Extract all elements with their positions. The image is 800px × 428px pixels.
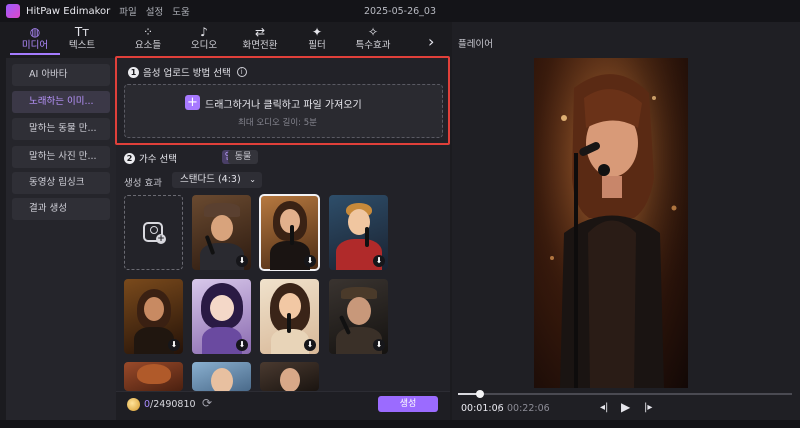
upload-step-title: 음성 업로드 방법 선택: [143, 68, 231, 79]
avatar-tile[interactable]: ⬇: [260, 279, 319, 354]
tab-effects[interactable]: ✧ 특수효과: [350, 25, 396, 55]
tab-elements-label: 요소들: [134, 40, 162, 51]
download-icon[interactable]: ⬇: [236, 339, 248, 351]
menu-file[interactable]: 파일: [119, 4, 136, 18]
credits-total: /2490810: [150, 399, 196, 410]
dropzone-hint: 최대 오디오 길이: 5분: [238, 118, 317, 128]
avatar-tile[interactable]: [124, 362, 183, 391]
tab-filter[interactable]: ✦ 필터: [302, 25, 332, 55]
sidebar-item-singing-image[interactable]: 노래하는 이미...: [12, 91, 110, 113]
chip-animal[interactable]: 동물: [228, 150, 258, 164]
generate-button[interactable]: 생성: [378, 396, 438, 412]
menu-settings[interactable]: 설정: [146, 4, 163, 18]
chevron-right-icon[interactable]: ›: [428, 32, 434, 51]
tab-media[interactable]: ◍ 미디어: [14, 25, 56, 55]
avatar-tile[interactable]: ⬇: [192, 279, 251, 354]
download-icon[interactable]: ⬇: [236, 255, 248, 267]
seek-handle[interactable]: [476, 390, 484, 398]
avatar-tile[interactable]: ⬇: [259, 194, 320, 271]
singer-preview-image: [534, 58, 688, 388]
audio-dropzone[interactable]: [124, 84, 443, 138]
singer-step-title: 가수 선택: [139, 154, 177, 165]
sidebar-item-ai-avatar[interactable]: AI 아바타: [12, 64, 110, 86]
avatar-tile[interactable]: [260, 362, 319, 391]
play-icon[interactable]: ▶: [621, 400, 630, 414]
tab-transition[interactable]: ⇄ 화면전환: [236, 25, 284, 55]
sidebar-item-results[interactable]: 결과 생성: [12, 198, 110, 220]
sidebar: AI 아바타 노래하는 이미... 말하는 동물 만... 말하는 사진 만..…: [6, 58, 116, 420]
active-tab-indicator: [10, 53, 60, 55]
tab-filter-label: 필터: [308, 40, 326, 51]
top-nav: ◍ 미디어 Tт 텍스트 ⁘ 요소들 ♪ 오디오 ⇄ 화면전환 ✦ 필터 ✧ 특…: [0, 22, 450, 56]
total-time: 00:22:06: [507, 403, 550, 414]
effect-label: 생성 효과: [124, 178, 162, 189]
title-bar: HitPaw Edimakor 파일 설정 도움 2025-05-26_03: [0, 0, 800, 22]
coin-icon: [127, 398, 140, 411]
credits-counter: 0/2490810: [144, 399, 196, 410]
dropzone-label: 드래그하거나 클릭하고 파일 가져오기: [205, 100, 362, 111]
video-preview[interactable]: [534, 58, 688, 388]
avatar-tile[interactable]: [192, 362, 251, 391]
sidebar-item-talking-animal[interactable]: 말하는 동물 만...: [12, 118, 110, 140]
upload-avatar-tile[interactable]: +: [124, 195, 183, 270]
tab-text[interactable]: Tт 텍스트: [62, 25, 102, 55]
tab-text-label: 텍스트: [68, 40, 96, 51]
avatar-tile[interactable]: ⬇: [329, 279, 388, 354]
refresh-icon[interactable]: ⟳: [202, 396, 212, 410]
add-plus-icon: +: [156, 234, 166, 244]
next-frame-icon[interactable]: |▸: [644, 402, 652, 413]
elements-icon: ⁘: [142, 25, 154, 39]
effects-icon: ✧: [367, 25, 379, 39]
tab-audio-label: 오디오: [190, 40, 218, 51]
app-logo-icon: [6, 4, 20, 18]
tab-elements[interactable]: ⁘ 요소들: [128, 25, 168, 55]
sidebar-item-video-lipsync[interactable]: 동영상 립싱크: [12, 172, 110, 194]
download-icon[interactable]: ⬇: [304, 339, 316, 351]
tab-transition-label: 화면전환: [242, 40, 278, 51]
upload-step-header: 1 음성 업로드 방법 선택 i: [128, 65, 247, 79]
plus-icon[interactable]: +: [185, 95, 200, 110]
previous-frame-icon[interactable]: ◂|: [600, 402, 608, 413]
avatar-tile[interactable]: ⬇: [124, 279, 183, 354]
player-title: 플레이어: [458, 39, 493, 50]
status-bar: [0, 420, 800, 428]
effect-select[interactable]: 스탠다드 (4:3) ⌄: [172, 172, 262, 188]
avatar-tile[interactable]: ⬇: [329, 195, 388, 270]
time-separator: /: [498, 403, 502, 414]
audio-icon: ♪: [200, 25, 208, 39]
transition-icon: ⇄: [254, 25, 266, 39]
filter-icon: ✦: [311, 25, 323, 39]
tab-effects-label: 특수효과: [355, 40, 391, 51]
singer-step-header: 2 가수 선택: [124, 151, 177, 165]
step-number-2: 2: [124, 152, 135, 164]
download-icon[interactable]: ⬇: [304, 255, 316, 267]
menu-help[interactable]: 도움: [172, 4, 189, 18]
chevron-down-icon: ⌄: [249, 175, 256, 184]
download-icon[interactable]: ⬇: [373, 339, 385, 351]
download-icon[interactable]: ⬇: [168, 339, 180, 351]
text-icon: Tт: [74, 25, 90, 39]
sidebar-item-talking-photo[interactable]: 말하는 사진 만...: [12, 146, 110, 168]
info-icon[interactable]: i: [236, 67, 247, 77]
step-number-1: 1: [128, 66, 139, 78]
effect-select-value: 스탠다드 (4:3): [180, 174, 241, 185]
media-icon: ◍: [29, 25, 41, 39]
tab-audio[interactable]: ♪ 오디오: [184, 25, 224, 55]
avatar-tile[interactable]: ⬇: [192, 195, 251, 270]
seek-track[interactable]: [458, 393, 792, 395]
app-name: HitPaw Edimakor: [26, 5, 111, 17]
download-icon[interactable]: ⬇: [373, 255, 385, 267]
tab-media-label: 미디어: [21, 40, 49, 51]
